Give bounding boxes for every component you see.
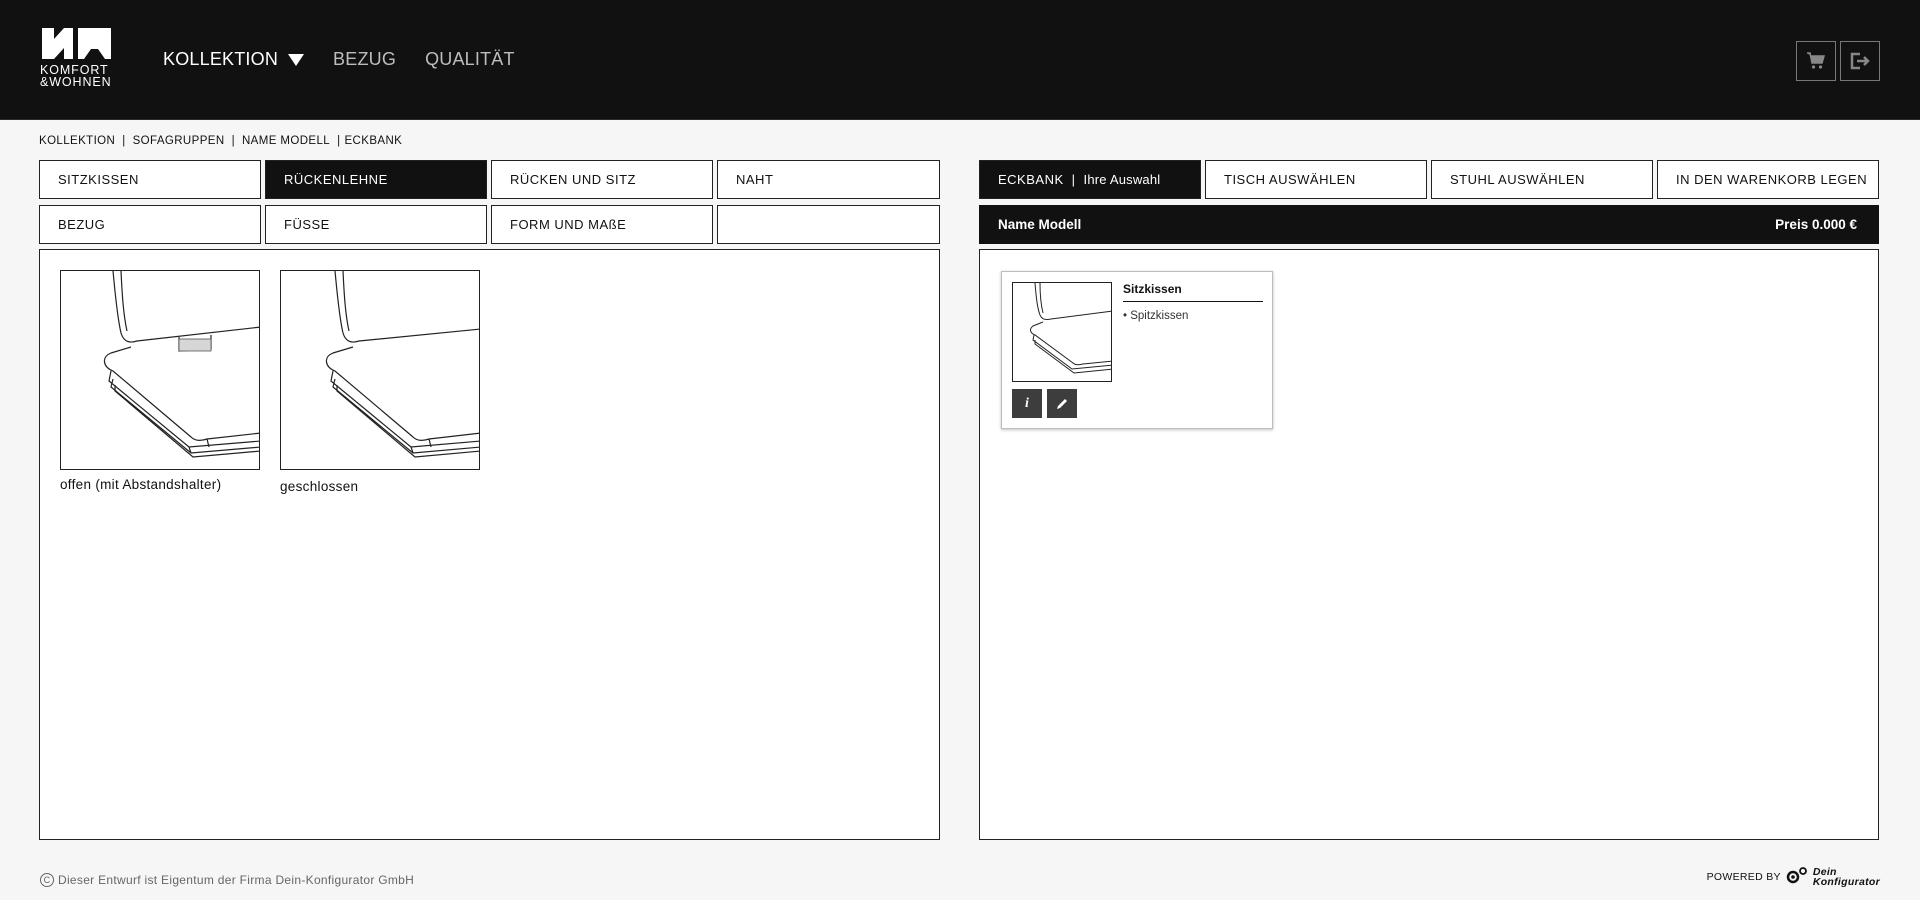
tab-sublabel: Ihre Auswahl [1083, 172, 1161, 187]
backrest-open-icon [103, 271, 259, 458]
info-button[interactable]: i [1012, 389, 1042, 418]
logo-mark-icon [42, 28, 111, 59]
card-thumbnail [1012, 282, 1112, 382]
tab-label: TISCH AUSWÄHLEN [1224, 172, 1356, 187]
tab-label: RÜCKENLEHNE [284, 172, 388, 187]
brand-line2: Konfigurator [1812, 876, 1880, 888]
summary-bar: Name Modell Preis 0.000 € [979, 205, 1879, 244]
brand-logo: Dein Konfigurator [1812, 867, 1880, 888]
option-offen[interactable]: offen (mit Abstandshalter) [60, 270, 260, 492]
tab-stuhl-auswaehlen[interactable]: STUHL AUSWÄHLEN [1431, 160, 1653, 199]
logo-text-line2: &WOHNEN [40, 75, 112, 89]
header: KOMFORT &WOHNEN KOLLEKTION BEZUG QUALITÄ… [0, 0, 1920, 120]
nav-kollektion-label: KOLLEKTION [163, 49, 279, 69]
selection-card: Sitzkissen • Spitzkissen i [1001, 271, 1273, 429]
footer-copyright: C Dieser Entwurf ist Eigentum der Firma … [40, 873, 414, 887]
tab-form-und-masse[interactable]: FORM UND MAßE [491, 205, 713, 244]
add-to-cart-button[interactable]: IN DEN WARENKORB LEGEN [1657, 160, 1879, 199]
tab-label: FORM UND MAßE [510, 217, 627, 232]
tab-empty [717, 205, 940, 244]
breadcrumb-name-modell[interactable]: NAME MODELL [242, 135, 330, 147]
tab-rueckenlehne[interactable]: RÜCKENLEHNE [265, 160, 487, 199]
option-label: geschlossen [280, 479, 359, 494]
tab-label: FÜSSE [284, 217, 330, 232]
option-label: offen (mit Abstandshalter) [60, 477, 222, 492]
price: Preis 0.000 € [1775, 217, 1857, 232]
powered-by-label: POWERED BY [1706, 871, 1781, 883]
nav-kollektion[interactable]: KOLLEKTION [163, 49, 305, 70]
logo[interactable]: KOMFORT &WOHNEN [40, 26, 116, 96]
footer-text: Dieser Entwurf ist Eigentum der Firma De… [58, 873, 415, 887]
tab-label: RÜCKEN UND SITZ [510, 172, 636, 187]
card-item: • Spitzkissen [1123, 310, 1189, 322]
tab-sitzkissen[interactable]: SITZKISSEN [39, 160, 261, 199]
info-icon: i [1025, 395, 1029, 411]
breadcrumb-eckbank: ECKBANK [344, 135, 403, 147]
main-nav: KOLLEKTION BEZUG QUALITÄT [163, 49, 515, 70]
gear-icon [1786, 867, 1807, 884]
tab-bezug[interactable]: BEZUG [39, 205, 261, 244]
breadcrumb-kollektion[interactable]: KOLLEKTION [39, 135, 115, 147]
tab-ruecken-und-sitz[interactable]: RÜCKEN UND SITZ [491, 160, 713, 199]
pencil-icon [1057, 398, 1067, 409]
tab-label: STUHL AUSWÄHLEN [1450, 172, 1585, 187]
breadcrumb: KOLLEKTION | SOFAGRUPPEN | NAME MODELL | ECKBA… [39, 135, 402, 147]
option-geschlossen[interactable]: geschlossen [280, 270, 480, 494]
logout-icon [1850, 52, 1870, 70]
logo-text: KOMFORT &WOHNEN [40, 64, 116, 89]
tab-label: BEZUG [58, 217, 106, 232]
nav-qualitaet[interactable]: QUALITÄT [425, 49, 515, 70]
option-image [280, 270, 480, 470]
cushion-thumb-icon [1030, 283, 1111, 374]
nav-bezug[interactable]: BEZUG [333, 49, 396, 70]
header-actions [1796, 41, 1880, 81]
option-image [60, 270, 260, 470]
tab-eckbank[interactable]: ECKBANK | Ihre Auswahl [979, 160, 1201, 199]
tab-label: ECKBANK [998, 172, 1064, 187]
options-panel: offen (mit Abstandshalter) geschlossen [39, 249, 940, 840]
breadcrumb-sep: | [231, 135, 235, 147]
model-name: Name Modell [998, 217, 1082, 232]
tab-tisch-auswaehlen[interactable]: TISCH AUSWÄHLEN [1205, 160, 1427, 199]
logout-button[interactable] [1840, 41, 1880, 81]
tab-naht[interactable]: NAHT [717, 160, 940, 199]
cart-button[interactable] [1796, 41, 1836, 81]
breadcrumb-sep: | [337, 135, 341, 147]
tab-fuesse[interactable]: FÜSSE [265, 205, 487, 244]
edit-button[interactable] [1047, 389, 1077, 418]
copyright-icon: C [40, 873, 54, 887]
tab-label: IN DEN WARENKORB LEGEN [1676, 172, 1868, 187]
footer-powered[interactable]: POWERED BY Dein Konfigurator [1707, 866, 1880, 888]
nav-bezug-label: BEZUG [333, 49, 397, 69]
breadcrumb-sofagruppen[interactable]: SOFAGRUPPEN [133, 135, 225, 147]
nav-qualitaet-label: QUALITÄT [425, 49, 515, 69]
caret-down-icon [288, 53, 305, 66]
tab-separator: | [1071, 172, 1076, 187]
tab-label: SITZKISSEN [58, 172, 139, 187]
breadcrumb-sep: | [122, 135, 126, 147]
tab-label: NAHT [736, 172, 774, 187]
backrest-closed-icon [325, 271, 479, 458]
card-title: Sitzkissen [1123, 282, 1263, 302]
cart-icon [1807, 52, 1825, 69]
